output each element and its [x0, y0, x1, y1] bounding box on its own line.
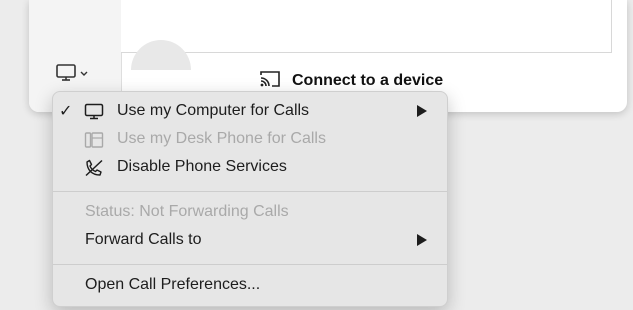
- device-selector-button[interactable]: [55, 63, 95, 87]
- menu-item-label: Disable Phone Services: [117, 158, 287, 175]
- content-panel: [121, 0, 612, 53]
- checkmark-icon: ✓: [59, 103, 73, 120]
- menu-item-use-desk-phone[interactable]: Use my Desk Phone for Calls: [53, 126, 447, 154]
- submenu-arrow-icon: [417, 234, 427, 246]
- menu-item-open-call-preferences[interactable]: Open Call Preferences...: [53, 272, 447, 300]
- desk-phone-icon: [84, 131, 104, 149]
- menu-item-label: Open Call Preferences...: [85, 276, 261, 293]
- menu-item-use-computer[interactable]: ✓ Use my Computer for Calls: [53, 98, 447, 126]
- submenu-arrow-icon: [417, 105, 427, 117]
- menu-item-label: Use my Computer for Calls: [117, 102, 310, 119]
- menu-item-disable-phone-services[interactable]: Disable Phone Services: [53, 154, 447, 182]
- call-options-menu: ✓ Use my Computer for Calls Use my Desk …: [52, 91, 448, 307]
- status-text: Status: Not Forwarding Calls: [85, 203, 289, 220]
- menu-item-label: Forward Calls to: [85, 231, 202, 248]
- connect-device-button[interactable]: Connect to a device: [258, 70, 443, 92]
- menu-separator: [53, 191, 447, 192]
- menu-item-forward-calls[interactable]: Forward Calls to: [53, 227, 447, 255]
- forwarding-status: Status: Not Forwarding Calls: [53, 199, 447, 227]
- menu-item-label: Use my Desk Phone for Calls: [117, 130, 326, 147]
- menu-separator: [53, 264, 447, 265]
- chevron-down-icon: [79, 66, 89, 84]
- cast-icon: [258, 69, 282, 94]
- computer-icon: [84, 103, 104, 121]
- phone-slash-icon: [84, 159, 104, 177]
- computer-icon: [55, 63, 77, 88]
- connect-device-label: Connect to a device: [292, 72, 444, 89]
